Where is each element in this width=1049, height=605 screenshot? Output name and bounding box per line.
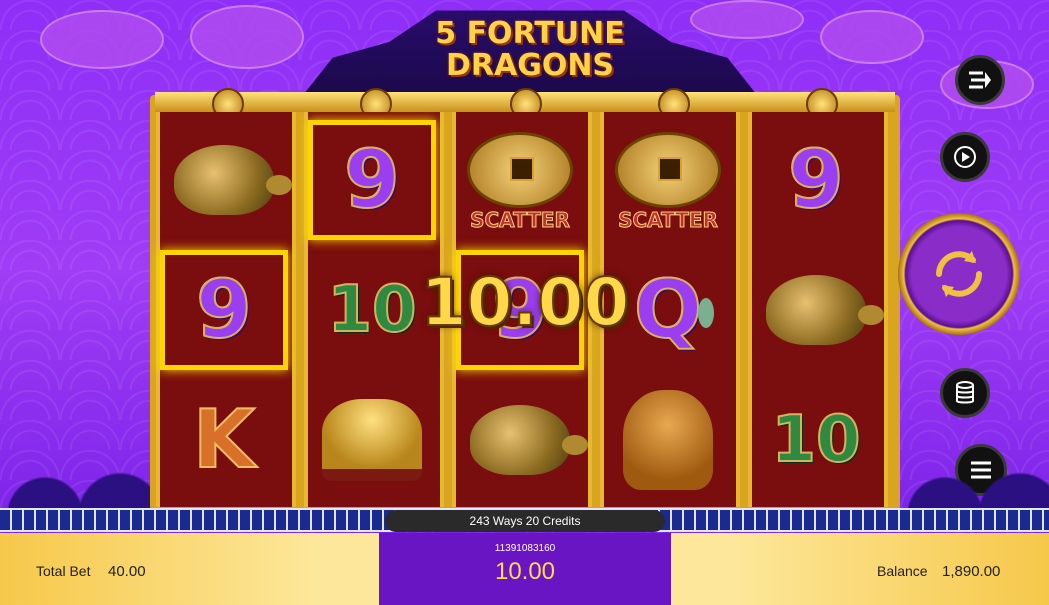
symbol-glyph: 10 bbox=[770, 402, 861, 478]
symbol-glyph: 9 bbox=[787, 133, 845, 226]
cloud-decoration bbox=[690, 0, 804, 39]
reel-symbol-text: K bbox=[160, 380, 288, 500]
turbo-icon bbox=[969, 71, 991, 89]
coins-button[interactable] bbox=[940, 368, 990, 418]
symbol-glyph: K bbox=[192, 393, 256, 486]
cloud-decoration bbox=[820, 10, 924, 64]
cloud-decoration bbox=[190, 5, 304, 69]
balance-value: 1,890.00 bbox=[942, 563, 1001, 580]
balance-label: Balance bbox=[877, 563, 928, 579]
reel-symbol-turtle bbox=[752, 250, 884, 370]
total-bet-value[interactable]: 40.00 bbox=[108, 563, 146, 580]
spin-button[interactable] bbox=[898, 213, 1020, 335]
win-panel: 11391083160 10.00 bbox=[379, 533, 671, 605]
reel-symbol-ingot bbox=[308, 380, 436, 500]
wave-decoration-left bbox=[0, 455, 150, 515]
reel-symbol-text: 10 bbox=[752, 380, 880, 500]
scatter-label: SCATTER bbox=[618, 208, 719, 233]
reel-symbol-text: 9 bbox=[308, 120, 436, 240]
turtle-icon bbox=[766, 275, 884, 345]
game-logo: 5 FORTUNE DRAGONS bbox=[410, 18, 650, 82]
spin-icon bbox=[936, 251, 982, 297]
turtle-icon bbox=[470, 405, 588, 475]
total-bet-label: Total Bet bbox=[36, 563, 91, 579]
scatter-label: SCATTER bbox=[470, 208, 571, 233]
logo-line-1: 5 FORTUNE bbox=[435, 16, 625, 51]
ways-credits-info: 243 Ways 20 Credits bbox=[385, 510, 665, 532]
win-amount-overlay: 10.00 bbox=[420, 264, 631, 341]
symbol-glyph: 9 bbox=[195, 263, 253, 356]
turtle-icon bbox=[174, 145, 292, 215]
logo-line-2: DRAGONS bbox=[445, 48, 615, 83]
autoplay-button[interactable] bbox=[940, 132, 990, 182]
reel-symbol-turtle bbox=[160, 120, 292, 240]
transaction-id: 11391083160 bbox=[494, 543, 556, 554]
turbo-button[interactable] bbox=[955, 55, 1005, 105]
reel-symbol-text: 9 bbox=[160, 250, 288, 370]
jade-icon bbox=[698, 298, 714, 328]
reel-symbol-lion bbox=[604, 380, 732, 500]
reel-symbol-turtle bbox=[456, 380, 588, 500]
coins-icon bbox=[956, 381, 974, 404]
ingot-icon bbox=[322, 399, 422, 481]
reel-symbol-scatter: SCATTER bbox=[604, 120, 732, 240]
reel-symbol-text: 9 bbox=[752, 120, 880, 240]
symbol-glyph: Q bbox=[633, 263, 703, 356]
reel-symbol-scatter: SCATTER bbox=[456, 120, 584, 240]
win-value: 10.00 bbox=[494, 558, 556, 585]
cloud-decoration bbox=[40, 10, 164, 69]
coin-icon bbox=[467, 132, 573, 208]
symbol-glyph: 10 bbox=[326, 272, 417, 348]
autoplay-icon bbox=[954, 146, 976, 168]
symbol-glyph: 9 bbox=[343, 133, 401, 226]
wave-decoration-right bbox=[900, 455, 1049, 515]
lion-icon bbox=[623, 390, 713, 490]
coin-icon bbox=[615, 132, 721, 208]
